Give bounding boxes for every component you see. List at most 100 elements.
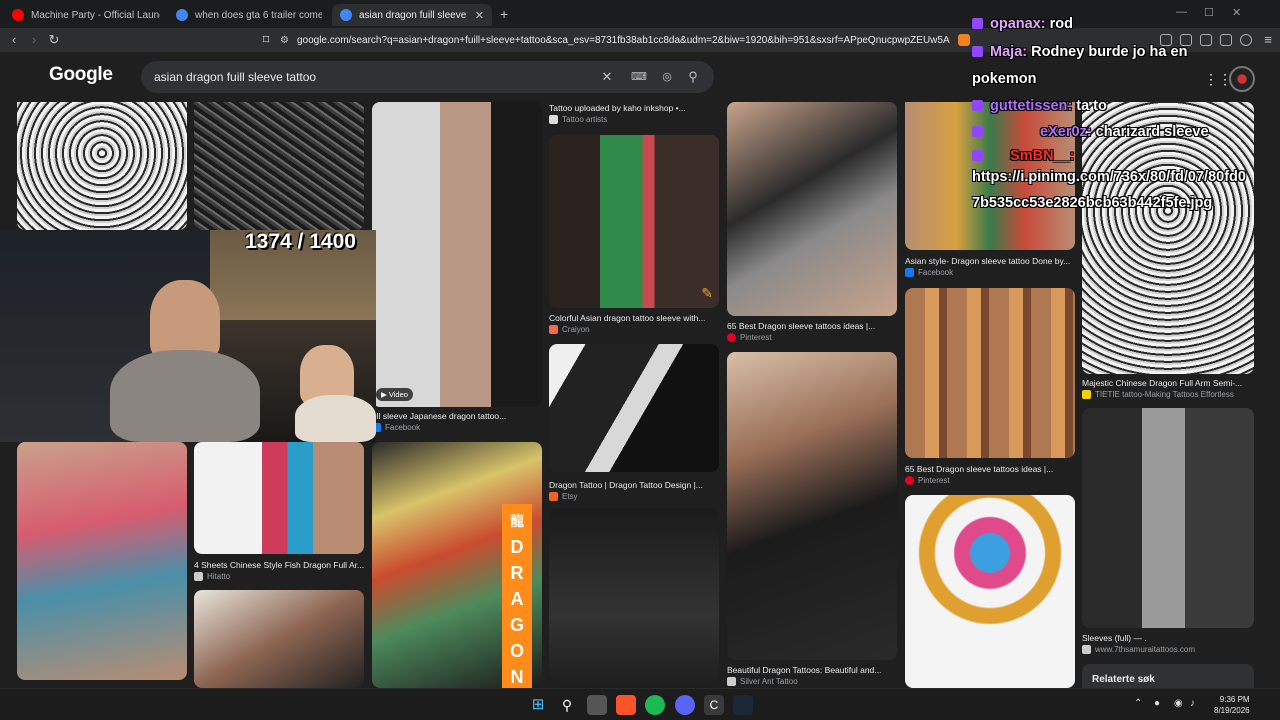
minimize-icon[interactable]: — <box>1176 6 1187 18</box>
result-source[interactable]: Facebook <box>905 268 953 277</box>
result-caption[interactable]: Sleeves (full) — . <box>1082 633 1254 643</box>
image-result[interactable]: 65 Best Dragon sleeve tattoos ideas |...… <box>905 288 1075 488</box>
image-result[interactable] <box>905 495 1075 688</box>
result-thumbnail[interactable] <box>1082 102 1254 374</box>
image-result[interactable]: Sleeves (full) — . www.7thsamuraitattoos… <box>1082 408 1254 656</box>
result-caption[interactable]: 4 Sheets Chinese Style Fish Dragon Full … <box>194 560 364 570</box>
image-result[interactable]: 龍 D R A G O N <box>372 442 542 688</box>
result-source[interactable]: Hitatto <box>194 572 230 581</box>
result-source[interactable]: TIETIE tattoo-Making Tattoos Effortless <box>1082 390 1234 399</box>
search-icon[interactable]: ⚲ <box>685 69 701 85</box>
menu-icon[interactable]: ≡ <box>1260 32 1276 48</box>
result-caption[interactable]: 65 Best Dragon sleeve tattoos ideas |... <box>905 464 1075 474</box>
result-thumbnail[interactable] <box>17 102 187 230</box>
result-thumbnail[interactable] <box>727 352 897 660</box>
new-tab-button[interactable]: + <box>500 6 508 22</box>
related-searches[interactable]: Relaterte søk <box>1082 664 1254 688</box>
back-icon[interactable]: ‹ <box>6 32 22 48</box>
address-bar[interactable]: ⚙ google.com/search?q=asian+dragon+fuill… <box>280 31 950 49</box>
volume-icon[interactable]: ♪ <box>1190 698 1195 709</box>
image-result[interactable]: Dragon Tattoo | Dragon Tattoo Design |..… <box>549 344 719 502</box>
image-result[interactable]: 4 Sheets Chinese Style Fish Dragon Full … <box>194 442 364 582</box>
result-thumbnail[interactable] <box>905 288 1075 458</box>
result-caption[interactable]: Majestic Chinese Dragon Full Arm Semi-..… <box>1082 378 1254 388</box>
tab-gta-search[interactable]: when does gta 6 trailer come - Goog <box>168 4 330 26</box>
keyboard-icon[interactable]: ⌨ <box>631 69 647 85</box>
ccleaner-icon[interactable]: C <box>704 695 724 715</box>
result-thumbnail[interactable] <box>194 102 364 230</box>
tab-youtube[interactable]: Machine Party - Official Launch Traile <box>4 4 168 26</box>
search-input[interactable]: asian dragon fuill sleeve tattoo ✕ ⌨ ◎ ⚲ <box>141 61 714 93</box>
result-source[interactable]: Pinterest <box>727 333 772 342</box>
result-caption[interactable]: Tattoo uploaded by kaho inkshop •... <box>549 103 719 113</box>
tray-chevron-icon[interactable]: ⌃ <box>1134 698 1142 709</box>
result-thumbnail[interactable]: ✎ <box>549 135 719 308</box>
result-thumbnail[interactable] <box>1082 408 1254 628</box>
lens-icon[interactable]: ◎ <box>659 69 675 85</box>
discord-icon[interactable] <box>675 695 695 715</box>
image-result[interactable] <box>549 508 719 688</box>
tab-dragon-search[interactable]: asian dragon fuill sleeve tattoo ✕ <box>332 4 492 26</box>
image-result[interactable] <box>17 442 187 682</box>
result-source[interactable]: Tattoo artists <box>549 115 607 124</box>
result-thumbnail[interactable] <box>905 495 1075 688</box>
brave-shield-icon[interactable] <box>958 34 970 46</box>
result-thumbnail[interactable]: ▶ Video <box>372 102 542 407</box>
chat-message: eXer0z: charizard sleeve <box>972 124 1209 140</box>
spotify-icon[interactable] <box>645 695 665 715</box>
result-thumbnail[interactable] <box>194 590 364 688</box>
image-result[interactable] <box>194 102 364 230</box>
brave-browser-icon[interactable] <box>616 695 636 715</box>
steam-icon[interactable] <box>733 695 753 715</box>
result-thumbnail[interactable] <box>194 442 364 554</box>
image-result[interactable] <box>194 590 364 688</box>
vpn-icon[interactable] <box>1240 34 1252 46</box>
result-thumbnail[interactable]: 龍 D R A G O N <box>372 442 542 688</box>
network-icon[interactable]: ◉ <box>1174 698 1183 709</box>
image-result[interactable]: Beautiful Dragon Tattoos: Beautiful and.… <box>727 352 897 688</box>
wallet-icon[interactable] <box>1200 34 1212 46</box>
result-thumbnail[interactable] <box>549 508 719 688</box>
result-caption[interactable]: Dragon Tattoo | Dragon Tattoo Design |..… <box>549 480 719 490</box>
result-source[interactable]: Craiyon <box>549 325 590 334</box>
forward-icon[interactable]: › <box>26 32 42 48</box>
close-icon[interactable]: ✕ <box>475 9 484 22</box>
address-url: google.com/search?q=asian+dragon+fuill+s… <box>296 34 950 46</box>
system-clock[interactable]: 9:36 PM 8/19/2026 <box>1214 694 1250 716</box>
result-caption[interactable]: ull sleeve Japanese dragon tattoo... <box>372 411 542 421</box>
avatar[interactable] <box>1229 66 1255 92</box>
clear-icon[interactable]: ✕ <box>599 69 615 85</box>
close-window-icon[interactable]: ✕ <box>1232 6 1241 19</box>
search-icon[interactable]: ⚲ <box>557 695 577 715</box>
file-explorer-icon[interactable] <box>587 695 607 715</box>
result-caption[interactable]: Asian style- Dragon sleeve tattoo Done b… <box>905 256 1075 266</box>
result-caption[interactable]: 65 Best Dragon sleeve tattoos ideas |... <box>727 321 897 331</box>
result-source[interactable]: Silver Ant Tattoo <box>727 677 798 686</box>
image-result[interactable]: ✎ Colorful Asian dragon tattoo sleeve wi… <box>549 135 719 334</box>
result-thumbnail[interactable] <box>17 442 187 680</box>
twitch-badge-icon <box>972 100 983 111</box>
tray-app-icon[interactable]: ● <box>1154 698 1160 709</box>
image-result[interactable]: ▶ Video ull sleeve Japanese dragon tatto… <box>372 102 542 432</box>
result-source[interactable]: www.7thsamuraitattoos.com <box>1082 645 1195 654</box>
image-result[interactable]: Majestic Chinese Dragon Full Arm Semi-..… <box>1082 102 1254 399</box>
result-source[interactable]: Etsy <box>549 492 578 501</box>
site-info-icon[interactable]: ⚙ <box>280 35 289 46</box>
source-favicon <box>905 476 914 485</box>
bookmark-icon[interactable]: ⌑ <box>258 32 274 48</box>
result-thumbnail[interactable] <box>727 102 897 316</box>
image-result[interactable] <box>17 102 187 230</box>
result-caption[interactable]: Colorful Asian dragon tattoo sleeve with… <box>549 313 719 323</box>
start-icon[interactable]: ⊞ <box>528 695 548 715</box>
image-result[interactable]: 65 Best Dragon sleeve tattoos ideas |...… <box>727 102 897 342</box>
maximize-icon[interactable]: ☐ <box>1204 6 1214 19</box>
result-caption[interactable]: Beautiful Dragon Tattoos: Beautiful and.… <box>727 665 897 675</box>
image-result[interactable]: Tattoo uploaded by kaho inkshop •... Tat… <box>549 102 719 128</box>
chat-username: guttetissen: <box>990 98 1073 114</box>
leo-icon[interactable] <box>1220 34 1232 46</box>
google-logo[interactable]: Google <box>49 64 113 86</box>
reload-icon[interactable]: ↻ <box>46 32 62 48</box>
result-source[interactable]: Pinterest <box>905 476 950 485</box>
result-source[interactable]: Facebook <box>372 423 420 432</box>
result-thumbnail[interactable] <box>549 344 719 472</box>
